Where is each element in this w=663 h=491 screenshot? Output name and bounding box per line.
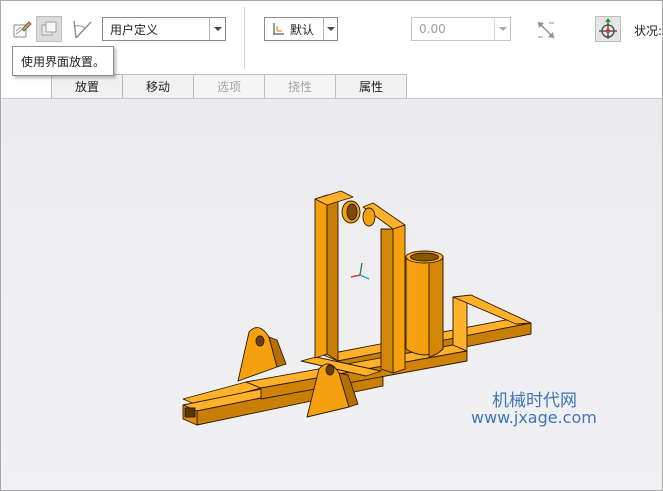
component-placement-ribbon: 用户定义 默认 0.00 状况: 使用界面放置。 放置 移动 选项 挠性 属性 [1,1,662,99]
assembly-model[interactable] [1,99,662,490]
3d-viewport[interactable]: 机械时代网 www.jxage.com [1,99,662,490]
chevron-down-icon[interactable] [494,18,510,40]
tab-placement[interactable]: 放置 [51,74,123,98]
offset-value-field[interactable]: 0.00 [411,17,511,41]
tab-flexibility: 挠性 [264,74,336,98]
offset-mode-select[interactable]: 默认 [264,17,338,41]
chevron-down-icon[interactable] [209,18,225,40]
chevron-down-icon[interactable] [323,18,337,40]
flip-direction-icon [537,21,555,39]
tab-options: 选项 [193,74,265,98]
offset-value-text: 0.00 [419,22,446,36]
sketch-edit-icon [13,21,32,38]
status-label: 状况: [634,24,663,38]
coordinate-axes-icon [350,262,370,280]
constraint-type-value: 用户定义 [110,22,159,37]
move-component-icon [599,18,617,39]
angle-offset-icon [73,20,92,39]
move-component-button[interactable] [595,16,621,42]
placement-tabs: 放置 移动 选项 挠性 属性 [51,74,407,99]
flip-direction-button[interactable] [533,17,559,43]
tab-label: 放置 [74,80,99,94]
tooltip-text: 使用界面放置。 [21,54,106,69]
tab-label: 移动 [145,80,170,94]
tab-label: 选项 [216,80,241,94]
tab-properties[interactable]: 属性 [335,74,407,98]
watermark-url: www.jxage.com [471,408,597,427]
assembly-window: 用户定义 默认 0.00 状况: 使用界面放置。 放置 移动 选项 挠性 属性 … [0,0,663,491]
drag-components-button[interactable] [36,16,62,42]
drag-components-icon [41,21,57,36]
angle-offset-button[interactable] [69,16,95,42]
offset-mode-value: 默认 [290,22,315,37]
tab-label: 挠性 [287,80,312,94]
tab-label: 属性 [358,80,383,94]
tab-move[interactable]: 移动 [122,74,194,98]
toolbar-separator [244,7,245,69]
sketch-edit-button[interactable] [9,16,35,42]
offset-mode-icon [273,23,284,35]
tooltip: 使用界面放置。 [12,46,115,76]
constraint-type-select[interactable]: 用户定义 [102,17,226,41]
